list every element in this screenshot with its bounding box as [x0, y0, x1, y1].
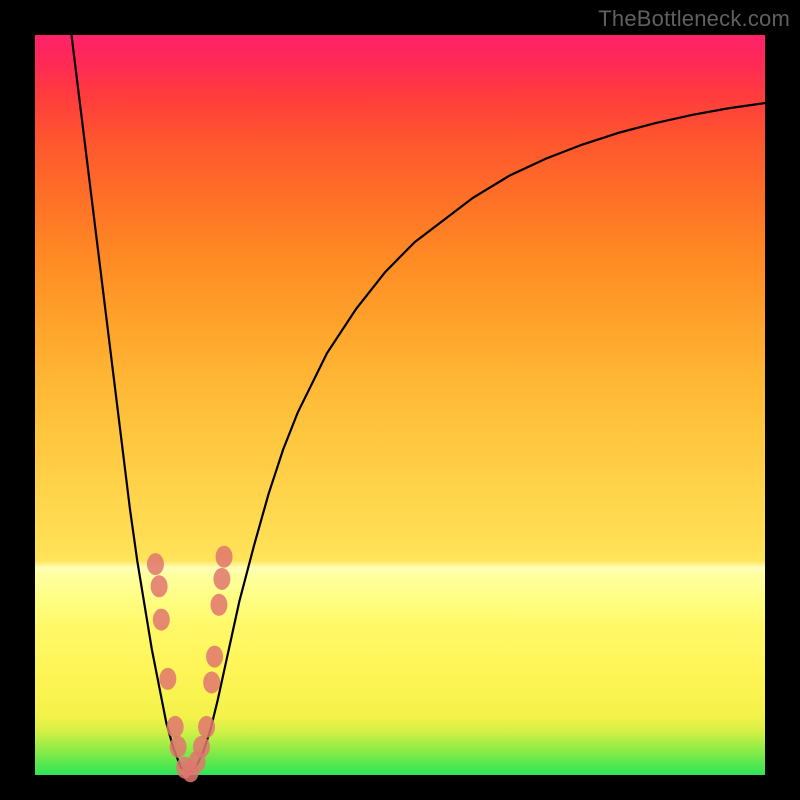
marker-group — [147, 546, 233, 783]
chart-frame: TheBottleneck.com — [0, 0, 800, 800]
curve-marker — [213, 568, 230, 590]
bottleneck-curve — [72, 35, 766, 773]
curve-marker — [198, 716, 215, 738]
curve-marker — [170, 736, 187, 758]
curve-marker — [147, 553, 164, 575]
curve-marker — [210, 594, 227, 616]
watermark-text: TheBottleneck.com — [598, 6, 790, 32]
curve-marker — [151, 575, 168, 597]
curve-marker — [159, 668, 176, 690]
curve-marker — [153, 609, 170, 631]
curve-marker — [203, 672, 220, 694]
curve-marker — [167, 716, 184, 738]
curve-marker — [193, 736, 210, 758]
chart-svg-layer — [35, 35, 765, 775]
curve-marker — [206, 646, 223, 668]
plot-gradient-area — [35, 35, 765, 775]
curve-marker — [216, 546, 233, 568]
